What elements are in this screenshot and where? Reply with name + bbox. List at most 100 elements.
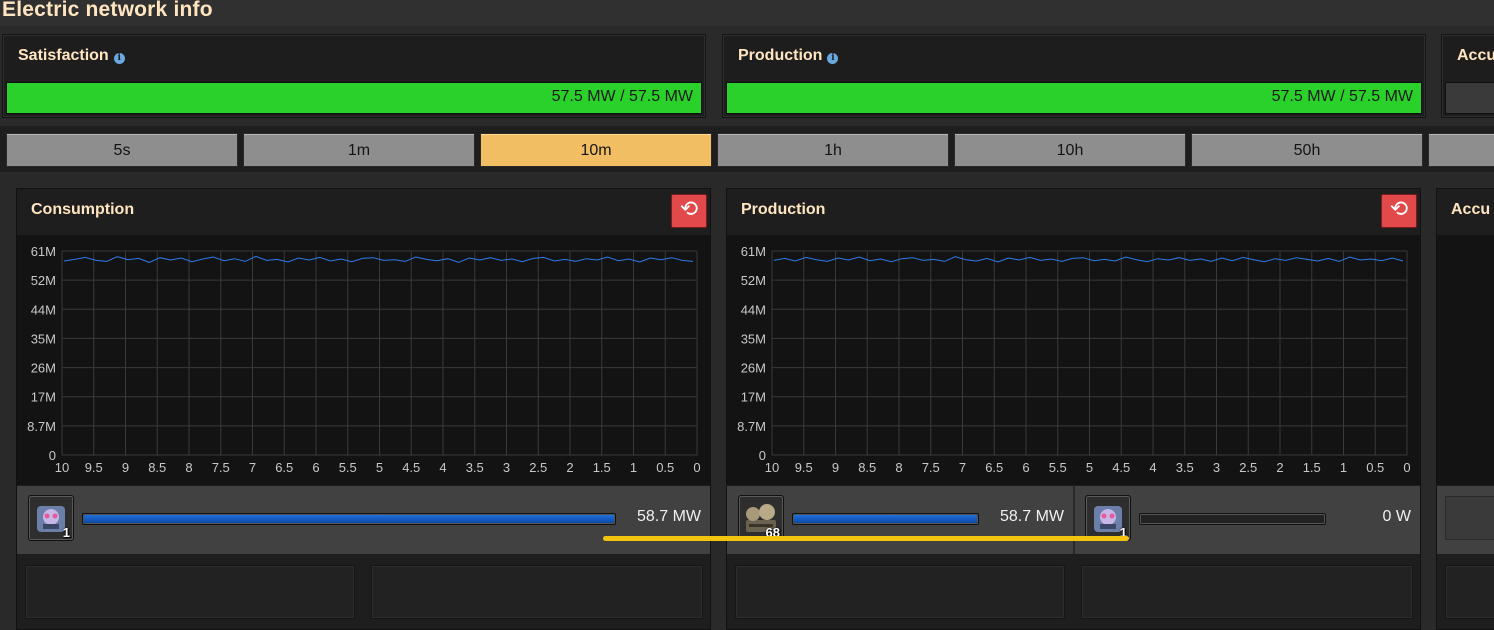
- x-tick-label: 8.5: [858, 460, 876, 475]
- consumption-title: Consumption: [31, 201, 135, 218]
- x-tick-label: 1: [630, 460, 637, 475]
- accumulator-entry-box: [1445, 496, 1494, 540]
- tab-5s[interactable]: 5s: [6, 133, 238, 167]
- tab-10m[interactable]: 10m: [480, 133, 712, 167]
- x-tick-label: 4.5: [402, 460, 420, 475]
- accumulator-lower-box: [1445, 565, 1494, 619]
- tab-1h[interactable]: 1h: [717, 133, 949, 167]
- y-tick-label: 44M: [741, 302, 766, 317]
- x-tick-label: 8: [895, 460, 902, 475]
- x-tick-label: 1.5: [593, 460, 611, 475]
- tab-10h[interactable]: 10h: [954, 133, 1186, 167]
- y-tick-label: 8.7M: [27, 419, 56, 434]
- production-entry-value-steam-engine: 58.7 MW: [999, 508, 1064, 525]
- production-entries: 68 58.7 MW 1 0 W: [727, 486, 1420, 554]
- consumption-entry-bar-fill: [84, 515, 614, 523]
- production-lower-right: [1081, 565, 1413, 619]
- production-entry-slot-steam-engine[interactable]: 68: [738, 495, 784, 541]
- x-tick-label: 3: [1213, 460, 1220, 475]
- production-entry-bar-steam-engine: [792, 513, 979, 525]
- highlight-line: [603, 536, 1129, 541]
- production-chart: 10 9.5 9 8.5 8 7.5 7 6.5 6 5.5 5 4.5 4 3.5 3 2.5 2 1.5 1 0.…: [727, 235, 1420, 485]
- x-tick-label: 2: [566, 460, 573, 475]
- x-tick-label: 5: [1086, 460, 1093, 475]
- y-tick-label: 52M: [31, 273, 56, 288]
- x-tick-label: 7.5: [922, 460, 940, 475]
- consumption-reset-button[interactable]: ⟲: [671, 194, 707, 228]
- x-tick-label: 3.5: [1176, 460, 1194, 475]
- x-tick-label: 10: [765, 460, 779, 475]
- chart-background: [17, 235, 710, 485]
- production-summary-section: Production i 57.5 MW / 57.5 MW: [722, 34, 1426, 118]
- x-tick-label: 7.5: [212, 460, 230, 475]
- consumption-chart: 10 9.5 9 8.5 8 7.5 7 6.5 6 5.5 5 4.5 4 3.5 3 2.5 2 1.5 1 0.…: [17, 235, 710, 485]
- consumption-entry-bar: [82, 513, 616, 525]
- x-tick-label: 0.5: [1366, 460, 1384, 475]
- accumulator-summary-section: Accu: [1441, 34, 1494, 118]
- x-tick-label: 9: [832, 460, 839, 475]
- production-lower-left: [735, 565, 1065, 619]
- production-panel: Production ⟲ 10 9.5 9 8.5 8 7.5 7 6.5 6 5.5 5 4.5 4 3…: [726, 188, 1421, 630]
- accumulator-summary-label: Accu: [1457, 47, 1494, 64]
- x-tick-label: 10: [55, 460, 69, 475]
- x-tick-label: 3.5: [466, 460, 484, 475]
- accumulator-panel: Accu: [1436, 188, 1494, 630]
- y-tick-label: 8.7M: [737, 419, 766, 434]
- consumption-entry-slot[interactable]: 1: [28, 495, 74, 541]
- x-tick-label: 9.5: [795, 460, 813, 475]
- tab-more[interactable]: [1428, 133, 1494, 167]
- x-tick-label: 9: [122, 460, 129, 475]
- consumption-lower-right: [371, 565, 703, 619]
- accumulator-chart-area: [1437, 235, 1494, 485]
- info-icon[interactable]: i: [113, 53, 125, 64]
- production-summary-label-row: Production i: [738, 47, 839, 65]
- y-tick-label: 26M: [741, 361, 766, 376]
- consumption-entry-value: 58.7 MW: [636, 508, 701, 525]
- x-tick-label: 8.5: [148, 460, 166, 475]
- x-tick-label: 0: [1403, 460, 1410, 475]
- accumulator-summary-bar: [1445, 82, 1494, 114]
- x-tick-label: 0: [693, 460, 700, 475]
- tab-1m[interactable]: 1m: [243, 133, 475, 167]
- production-entry-slot-assembler[interactable]: 1: [1085, 495, 1131, 541]
- x-tick-label: 0.5: [656, 460, 674, 475]
- x-tick-label: 6: [1022, 460, 1029, 475]
- x-tick-label: 5.5: [339, 460, 357, 475]
- entry-divider: [1073, 486, 1075, 554]
- x-tick-label: 1: [1340, 460, 1347, 475]
- x-tick-label: 2: [1276, 460, 1283, 475]
- info-icon[interactable]: i: [827, 53, 839, 64]
- consumption-panel: Consumption ⟲ 10 9.5 9 8.5 8 7.5 7 6.5 6 5.5 5 4.5 4…: [16, 188, 711, 630]
- y-tick-label: 26M: [31, 361, 56, 376]
- satisfaction-section: Satisfaction i 57.5 MW / 57.5 MW: [2, 34, 706, 118]
- y-tick-label: 35M: [741, 331, 766, 346]
- y-tick-label: 0: [759, 448, 766, 463]
- accumulator-entries: [1437, 486, 1494, 554]
- satisfaction-label: Satisfaction: [18, 47, 109, 64]
- x-tick-label: 5.5: [1049, 460, 1067, 475]
- y-tick-label: 61M: [741, 244, 766, 259]
- chart-background: [727, 235, 1420, 485]
- x-tick-label: 7: [959, 460, 966, 475]
- x-tick-label: 5: [376, 460, 383, 475]
- x-tick-label: 3: [503, 460, 510, 475]
- satisfaction-bar: 57.5 MW / 57.5 MW: [6, 82, 702, 114]
- consumption-lower-left: [25, 565, 355, 619]
- tab-50h[interactable]: 50h: [1191, 133, 1423, 167]
- x-tick-label: 4.5: [1112, 460, 1130, 475]
- y-tick-label: 52M: [741, 273, 766, 288]
- production-entry-bar-assembler: [1139, 513, 1326, 525]
- production-entry-value-assembler: 0 W: [1382, 508, 1411, 525]
- window-title-bar[interactable]: Electric network info: [0, 0, 1494, 26]
- y-tick-label: 17M: [741, 390, 766, 405]
- reset-icon: ⟲: [1389, 197, 1409, 222]
- production-reset-button[interactable]: ⟲: [1381, 194, 1417, 228]
- x-tick-label: 4: [1149, 460, 1156, 475]
- x-tick-label: 2.5: [1239, 460, 1257, 475]
- consumption-entries: 1 58.7 MW: [17, 486, 710, 554]
- y-tick-label: 44M: [31, 302, 56, 317]
- x-tick-label: 6.5: [275, 460, 293, 475]
- y-tick-label: 61M: [31, 244, 56, 259]
- accumulator-title: Accu: [1451, 201, 1491, 218]
- satisfaction-label-row: Satisfaction i: [18, 47, 125, 65]
